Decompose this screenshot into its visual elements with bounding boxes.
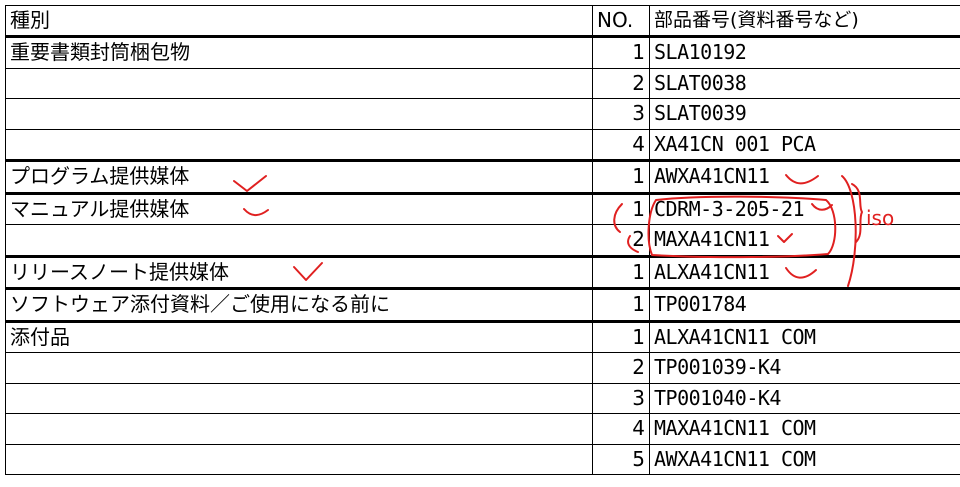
cell-no[interactable]: 3 [592,98,650,130]
cell-no[interactable]: 4 [592,128,650,161]
cell-type[interactable]: 重要書類封筒梱包物 [5,35,593,69]
cell-type[interactable] [5,67,593,99]
cell-type[interactable] [5,352,593,384]
cell-no[interactable]: 1 [592,191,650,225]
cell-part[interactable]: SLA10192 [649,35,960,69]
table-row: 4 XA41CN 001 PCA [5,128,960,161]
cell-type[interactable] [5,98,593,130]
cell-part[interactable]: TP001784 [649,287,960,322]
table-row: 5 AWXA41CN11 COM [5,443,960,475]
cell-no[interactable]: 1 [592,287,650,322]
parts-table: 種別 NO. 部品番号(資料番号など) 重要書類封筒梱包物 1 SLA10192… [5,5,960,475]
table-row: ソフトウェア添付資料／ご使用になる前に 1 TP001784 [5,287,960,322]
cell-type[interactable]: マニュアル提供媒体 [5,191,593,225]
cell-part[interactable]: SLAT0039 [649,98,960,130]
cell-part[interactable]: TP001040-K4 [649,382,960,414]
cell-type[interactable]: プログラム提供媒体 [5,159,593,194]
cell-no[interactable]: 2 [592,224,650,257]
table-row: 2 TP001039-K4 [5,352,960,384]
cell-type[interactable] [5,443,593,475]
cell-no[interactable]: 3 [592,382,650,414]
cell-type[interactable] [5,382,593,414]
table-row: 3 TP001040-K4 [5,382,960,414]
table-row: 添付品 1 ALXA41CN11 COM [5,319,960,353]
cell-no[interactable]: 1 [592,159,650,194]
header-row: 種別 NO. 部品番号(資料番号など) [5,5,960,37]
table-row: 2 MAXA41CN11 [5,224,960,257]
cell-type[interactable] [5,224,593,257]
cell-part[interactable]: AWXA41CN11 COM [649,443,960,475]
cell-part[interactable]: ALXA41CN11 [649,254,960,289]
table-row: 重要書類封筒梱包物 1 SLA10192 [5,35,960,69]
header-no[interactable]: NO. [592,5,650,37]
cell-part[interactable]: TP001039-K4 [649,352,960,384]
table-row: 3 SLAT0039 [5,98,960,130]
cell-no[interactable]: 4 [592,413,650,445]
table-row: 4 MAXA41CN11 COM [5,413,960,445]
table-row: リリースノート提供媒体 1 ALXA41CN11 [5,254,960,289]
header-type[interactable]: 種別 [5,5,593,37]
cell-part[interactable]: MAXA41CN11 [649,224,960,257]
cell-part[interactable]: CDRM-3-205-21 [649,191,960,225]
cell-no[interactable]: 2 [592,67,650,99]
cell-part[interactable]: ALXA41CN11 COM [649,319,960,353]
cell-part[interactable]: AWXA41CN11 [649,159,960,194]
cell-part[interactable]: MAXA41CN11 COM [649,413,960,445]
cell-type[interactable]: ソフトウェア添付資料／ご使用になる前に [5,287,593,322]
table-row: マニュアル提供媒体 1 CDRM-3-205-21 [5,191,960,225]
cell-type[interactable]: リリースノート提供媒体 [5,254,593,289]
table-row: 2 SLAT0038 [5,67,960,99]
cell-no[interactable]: 1 [592,35,650,69]
cell-part[interactable]: SLAT0038 [649,67,960,99]
cell-type[interactable] [5,128,593,161]
cell-no[interactable]: 2 [592,352,650,384]
table-row: プログラム提供媒体 1 AWXA41CN11 [5,159,960,194]
cell-type[interactable]: 添付品 [5,319,593,353]
cell-no[interactable]: 1 [592,254,650,289]
cell-type[interactable] [5,413,593,445]
cell-part[interactable]: XA41CN 001 PCA [649,128,960,161]
cell-no[interactable]: 5 [592,443,650,475]
cell-no[interactable]: 1 [592,319,650,353]
header-part[interactable]: 部品番号(資料番号など) [649,5,960,37]
